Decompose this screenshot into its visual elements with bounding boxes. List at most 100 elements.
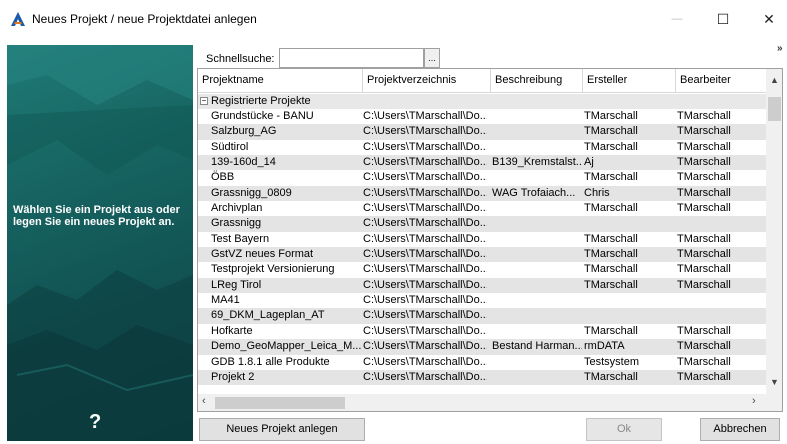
minimize-button[interactable]: — xyxy=(654,0,700,38)
table-row[interactable]: Hofkarte C:\Users\TMarschall\Do... TMarsch… xyxy=(198,324,766,339)
close-icon: ✕ xyxy=(763,10,775,27)
project-directory-cell: C:\Users\TMarschall\Do... xyxy=(363,355,487,368)
table-row[interactable]: 69_DKM_Lageplan_AT C:\Users\TMarschall\Do… xyxy=(198,308,766,324)
creator-cell: TMarschall xyxy=(584,125,638,138)
search-browse-button[interactable]: ... xyxy=(424,48,440,68)
creator-cell: TMarschall xyxy=(584,202,638,215)
creator-cell: Chris xyxy=(584,186,610,199)
project-directory-cell: C:\Users\TMarschall\Do... xyxy=(363,370,487,383)
editor-cell: TMarschall xyxy=(677,248,731,261)
project-directory-cell: C:\Users\TMarschall\Do... xyxy=(363,278,487,291)
project-name-cell: Hofkarte xyxy=(211,324,253,337)
table-row[interactable]: Archivplan C:\Users\TMarschall\Do... TMars… xyxy=(198,201,766,216)
column-header-projektverzeichnis[interactable]: Projektverzeichnis xyxy=(363,69,491,92)
project-name-cell: Grassnigg xyxy=(211,217,262,230)
project-name-cell: 139-160d_14 xyxy=(211,156,276,169)
creator-cell: TMarschall xyxy=(584,248,638,261)
creator-cell: TMarschall xyxy=(584,263,638,276)
group-row-registered-projects[interactable]: − Registrierte Projekte xyxy=(198,94,766,109)
project-directory-cell: C:\Users\TMarschall\Do... xyxy=(363,156,487,169)
maximize-icon: ☐ xyxy=(716,10,730,27)
description-cell: Bestand Harman... xyxy=(492,340,582,353)
project-directory-cell: C:\Users\TMarschall\Do... xyxy=(363,125,487,138)
column-header-projektname[interactable]: Projektname xyxy=(198,69,363,92)
project-name-cell: ÖBB xyxy=(211,171,235,184)
horizontal-scroll-thumb[interactable] xyxy=(215,397,345,409)
scroll-left-icon[interactable]: ‹ xyxy=(202,395,206,407)
table-row[interactable]: ÖBB C:\Users\TMarschall\Do... TMarschall TM… xyxy=(198,170,766,185)
column-header-bearbeiter[interactable]: Bearbeiter xyxy=(676,69,766,92)
description-cell: B139_Kremstalst... xyxy=(492,156,582,169)
creator-cell: TMarschall xyxy=(584,324,638,337)
cancel-button[interactable]: Abbrechen xyxy=(700,418,780,441)
grid-header: Projektname Projektverzeichnis Beschreib… xyxy=(198,69,766,93)
table-row[interactable]: Projekt 2 C:\Users\TMarschall\Do... TMarsc… xyxy=(198,369,766,386)
close-button[interactable]: ✕ xyxy=(746,0,787,38)
creator-cell: TMarschall xyxy=(584,140,638,153)
creator-cell: Aj xyxy=(584,156,594,169)
project-directory-cell: C:\Users\TMarschall\Do... xyxy=(363,309,487,322)
table-row[interactable]: Demo_GeoMapper_Leica_M... C:\Users\TMarsc… xyxy=(198,339,766,355)
project-directory-cell: C:\Users\TMarschall\Do... xyxy=(363,140,487,153)
project-grid: Projektname Projektverzeichnis Beschreib… xyxy=(197,68,783,412)
table-row[interactable]: 139-160d_14 C:\Users\TMarschall\Do... B139… xyxy=(198,155,766,171)
vertical-scrollbar[interactable]: ▲ ▼ xyxy=(766,69,782,394)
column-header-beschreibung[interactable]: Beschreibung xyxy=(491,69,583,92)
table-row[interactable]: Test Bayern C:\Users\TMarschall\Do... TMar… xyxy=(198,232,766,247)
column-header-ersteller[interactable]: Ersteller xyxy=(583,69,676,92)
table-row[interactable]: Testprojekt Versionierung C:\Users\TMarsc… xyxy=(198,262,766,277)
overflow-chevron-icon[interactable]: » xyxy=(777,44,783,54)
editor-cell: TMarschall xyxy=(677,140,731,153)
search-label: Schnellsuche: xyxy=(206,53,275,65)
table-row[interactable]: Südtirol C:\Users\TMarschall\Do... TMarsch… xyxy=(198,140,766,155)
editor-cell: TMarschall xyxy=(677,370,731,383)
group-label: Registrierte Projekte xyxy=(211,95,311,107)
creator-cell: TMarschall xyxy=(584,110,638,122)
project-name-cell: Projekt 2 xyxy=(211,370,255,383)
project-directory-cell: C:\Users\TMarschall\Do... xyxy=(363,232,487,245)
project-name-cell: Südtirol xyxy=(211,140,249,153)
collapse-toggle-icon[interactable]: − xyxy=(200,97,208,106)
side-panel: Wählen Sie ein Projekt aus oder legen Si… xyxy=(7,45,193,441)
ok-button[interactable]: Ok xyxy=(586,418,662,441)
table-row[interactable]: Grassnigg_0809 C:\Users\TMarschall\Do... W… xyxy=(198,185,766,202)
table-row[interactable]: Salzburg_AG C:\Users\TMarschall\Do... TMar… xyxy=(198,124,766,140)
new-project-button[interactable]: Neues Projekt anlegen xyxy=(199,418,365,441)
project-name-cell: Archivplan xyxy=(211,202,263,215)
table-row[interactable]: GDB 1.8.1 alle Produkte C:\Users\TMarscha… xyxy=(198,355,766,370)
project-name-cell: LReg Tirol xyxy=(211,278,262,291)
project-directory-cell: C:\Users\TMarschall\Do... xyxy=(363,217,487,230)
project-name-cell: Salzburg_AG xyxy=(211,125,277,138)
project-name-cell: Grundstücke - BANU xyxy=(211,110,314,122)
editor-cell: TMarschall xyxy=(677,232,731,245)
editor-cell: TMarschall xyxy=(677,202,731,215)
scroll-up-icon[interactable]: ▲ xyxy=(766,75,782,85)
editor-cell: TMarschall xyxy=(677,340,731,353)
editor-cell: TMarschall xyxy=(677,324,731,337)
table-row[interactable]: Grassnigg C:\Users\TMarschall\Do... xyxy=(198,216,766,232)
maximize-button[interactable]: ☐ xyxy=(700,0,746,38)
project-directory-cell: C:\Users\TMarschall\Do... xyxy=(363,263,487,276)
window-title: Neues Projekt / neue Projektdatei anlege… xyxy=(32,12,257,26)
editor-cell: TMarschall xyxy=(677,355,731,368)
search-input[interactable] xyxy=(279,48,424,68)
table-row[interactable]: GstVZ neues Format C:\Users\TMarschall\Do… xyxy=(198,247,766,263)
editor-cell: TMarschall xyxy=(677,278,731,291)
table-row[interactable]: MA41 C:\Users\TMarschall\Do... xyxy=(198,293,766,308)
horizontal-scrollbar[interactable]: ‹ › xyxy=(198,394,782,411)
project-name-cell: GstVZ neues Format xyxy=(211,248,314,261)
project-directory-cell: C:\Users\TMarschall\Do... xyxy=(363,110,487,122)
project-name-cell: Demo_GeoMapper_Leica_M... xyxy=(211,340,361,353)
creator-cell: Testsystem xyxy=(584,355,640,368)
scroll-down-icon[interactable]: ▼ xyxy=(766,377,782,387)
help-icon[interactable]: ? xyxy=(89,411,101,434)
project-directory-cell: C:\Users\TMarschall\Do... xyxy=(363,294,487,307)
project-name-cell: Testprojekt Versionierung xyxy=(211,263,335,276)
editor-cell: TMarschall xyxy=(677,110,731,122)
table-row[interactable]: LReg Tirol C:\Users\TMarschall\Do... TMars… xyxy=(198,277,766,294)
editor-cell: TMarschall xyxy=(677,125,731,138)
table-row[interactable]: Grundstücke - BANU C:\Users\TMarschall\Do… xyxy=(198,109,766,124)
scroll-right-icon[interactable]: › xyxy=(752,395,756,407)
landscape-background xyxy=(7,45,193,441)
vertical-scroll-thumb[interactable] xyxy=(768,97,781,121)
